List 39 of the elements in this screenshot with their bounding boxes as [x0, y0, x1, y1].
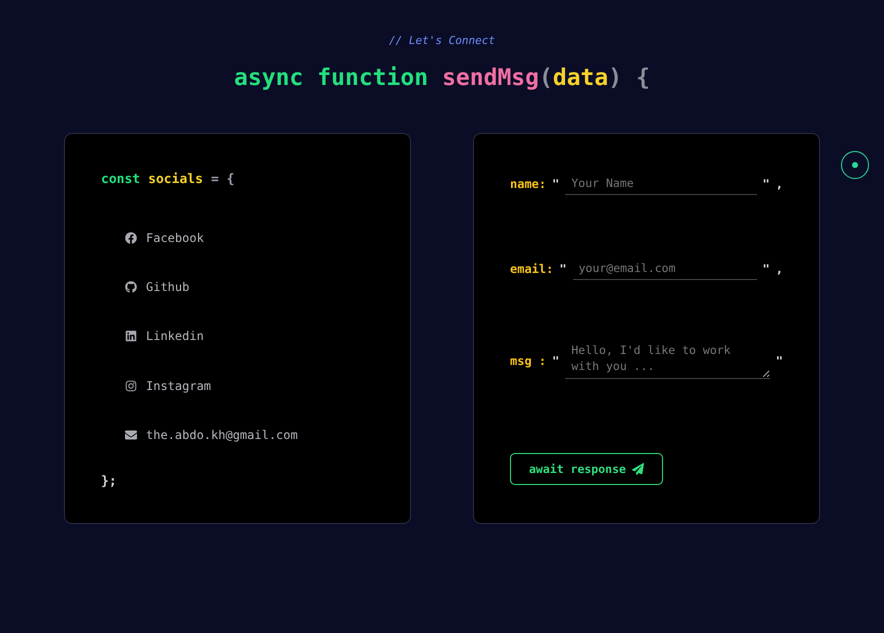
cursor-ring-icon [841, 151, 869, 179]
field-label: msg : [510, 354, 546, 368]
code-punctuation: = { [210, 172, 234, 187]
comma-mark: , [776, 176, 783, 190]
heading-token: data [552, 65, 608, 91]
code-variable: socials [148, 172, 203, 187]
heading-token: ) [608, 65, 622, 91]
input-field[interactable]: Your Name [565, 172, 757, 195]
heading-token: ( [539, 65, 553, 91]
input-field[interactable]: your@email.com [572, 257, 757, 280]
heading-token: { [636, 65, 650, 91]
send-button[interactable]: await response [510, 453, 663, 485]
social-link[interactable]: Github [125, 262, 374, 312]
field-label: email: [510, 262, 554, 276]
heading-token: async [234, 65, 304, 91]
message-field[interactable]: Hello, I'd like to work with you ... [565, 342, 770, 379]
envelope-icon [125, 429, 137, 442]
code-keyword: const [101, 172, 140, 187]
field-label: name: [510, 176, 546, 190]
code-punctuation: }; [101, 474, 117, 489]
social-link[interactable]: Linkedin [125, 312, 374, 362]
comma-mark: , [776, 262, 783, 276]
linkedin-icon [125, 330, 137, 342]
instagram-icon [125, 380, 137, 392]
section-comment: // Let's Connect [389, 34, 495, 47]
send-icon [632, 463, 644, 475]
quote-mark: " [552, 176, 560, 190]
heading-token: sendMsg [442, 65, 539, 91]
quote-mark: " [552, 354, 560, 368]
quote-mark: " [762, 262, 770, 276]
heading-token: function [317, 65, 428, 91]
quote-mark: " [559, 262, 567, 276]
github-icon [125, 281, 137, 294]
social-link[interactable]: the.abdo.kh@gmail.com [125, 410, 374, 460]
facebook-icon [125, 232, 137, 244]
social-link[interactable]: Instagram [125, 361, 374, 411]
quote-mark: " [776, 354, 783, 368]
social-link[interactable]: Facebook [125, 213, 374, 262]
quote-mark: " [762, 176, 770, 190]
